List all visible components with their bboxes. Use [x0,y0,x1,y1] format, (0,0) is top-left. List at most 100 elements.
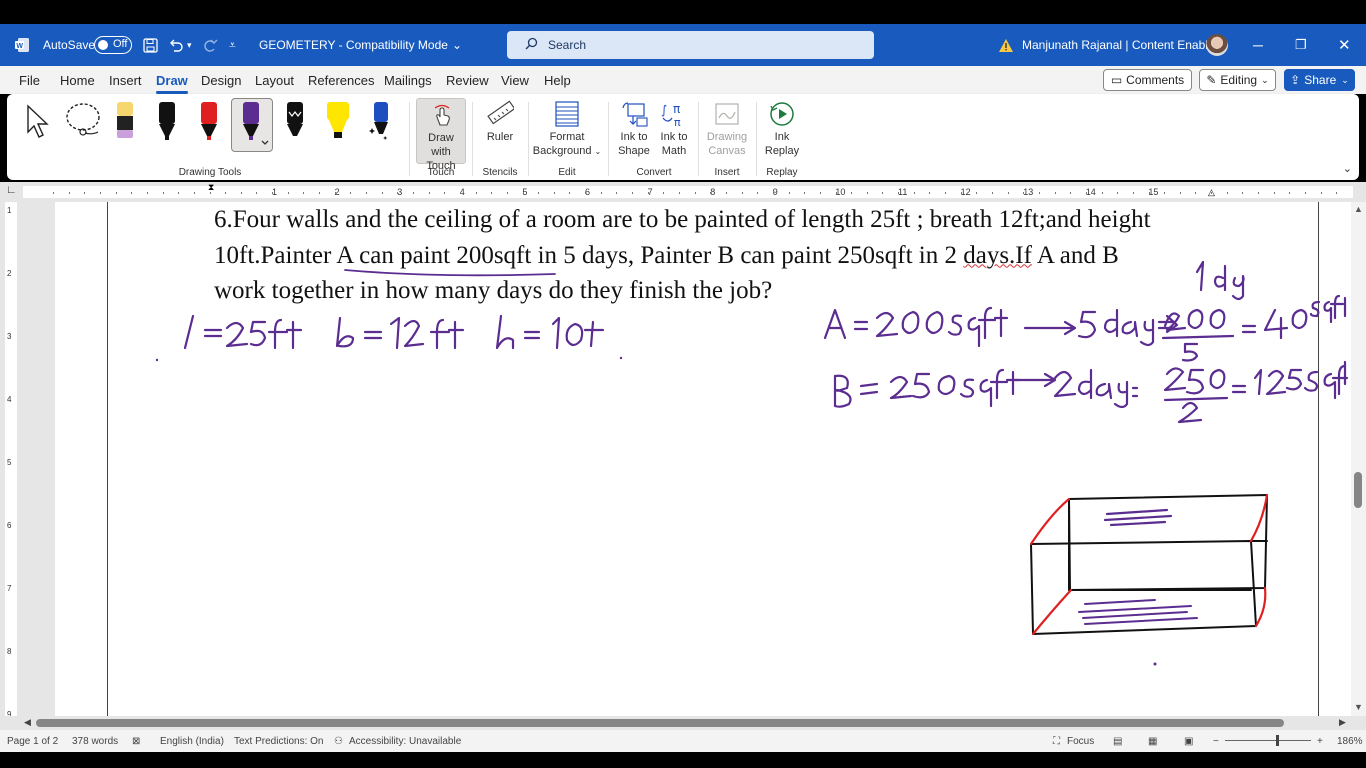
drawing-canvas-button[interactable]: Drawing Canvas [703,98,751,164]
ribbon-tabs: File Home Insert Draw Design Layout Refe… [0,66,1366,94]
zoom-in-button[interactable]: + [1317,736,1323,747]
scroll-up-arrow-icon[interactable]: ▲ [1354,204,1363,214]
autosave-toggle[interactable]: Off [94,36,132,54]
vertical-scrollbar[interactable]: ▲ ▼ [1351,202,1366,716]
ruler-tick [178,192,180,194]
ruler-tick [772,192,774,194]
share-button[interactable]: ⇪ Share ⌄ [1284,69,1355,91]
word-logo-icon[interactable]: W [14,24,30,66]
vertical-scroll-thumb[interactable] [1354,472,1362,508]
ruler-tick [115,192,117,194]
pen-black-galaxy-icon[interactable] [284,100,306,145]
user-name[interactable]: Manjunath Rajanal | Content Enablers [1022,24,1225,66]
ink-to-shape-button[interactable]: Ink to Shape [615,98,653,164]
ruler-tick [1179,192,1181,194]
share-icon: ⇪ [1290,73,1301,87]
word-count[interactable]: 378 words [72,736,118,747]
ruler-button[interactable]: Ruler [477,98,523,164]
zoom-slider[interactable] [1225,740,1311,741]
avatar[interactable] [1206,34,1228,56]
lasso-select-icon[interactable] [64,102,102,141]
tab-view[interactable]: View [501,73,529,88]
customize-toolbar-icon[interactable]: ⩡ [229,24,236,66]
ruler-tick [725,192,727,194]
tab-draw[interactable]: Draw [156,73,188,94]
ruler-tick [1242,192,1244,194]
language-indicator[interactable]: English (India) [160,736,224,747]
ink-annotations[interactable] [55,202,1351,716]
ruler-tick [428,192,430,194]
tab-review[interactable]: Review [446,73,489,88]
accessibility-status[interactable]: Accessibility: Unavailable [349,736,461,747]
ruler-tick [632,192,634,194]
highlighter-yellow-icon[interactable] [324,100,352,145]
minimize-icon[interactable]: ─ [1253,24,1263,66]
pen-blue-sparkle-icon[interactable] [368,100,392,145]
print-layout-icon[interactable]: ▦ [1148,736,1157,747]
tab-help[interactable]: Help [544,73,571,88]
web-layout-icon[interactable]: ▣ [1184,736,1193,747]
document-title[interactable]: GEOMETERY - Compatibility Mode ⌄ [259,24,462,66]
undo-dropdown-icon[interactable]: ▾ [187,24,192,66]
pen-black-icon[interactable] [156,100,178,145]
warning-icon[interactable] [998,24,1014,66]
zoom-level[interactable]: 186% [1337,736,1363,747]
tab-home[interactable]: Home [60,73,95,88]
tab-references[interactable]: References [308,73,374,88]
ruler-tick [319,192,321,194]
tab-layout[interactable]: Layout [255,73,294,88]
search-box[interactable]: Search [507,31,874,59]
tab-design[interactable]: Design [201,73,241,88]
pen-purple-selected[interactable] [231,98,273,152]
pen-red-icon[interactable] [198,100,220,145]
group-separator [608,102,609,176]
tab-insert[interactable]: Insert [109,73,142,88]
vertical-ruler-number: 6 [7,521,12,530]
tab-mailings[interactable]: Mailings [384,73,432,88]
vertical-ruler-number: 4 [7,395,12,404]
comments-button[interactable]: ▭ Comments [1103,69,1192,91]
draw-with-touch-button[interactable]: Draw with Touch [416,98,466,172]
group-label-replay: Replay [766,167,798,178]
chevron-down-icon: ⌄ [1261,74,1269,85]
horizontal-scroll-thumb[interactable] [36,719,1284,727]
undo-icon[interactable] [168,24,184,66]
editing-button[interactable]: ✎ Editing ⌄ [1199,69,1276,91]
collapse-ribbon-icon[interactable]: ⌄ [1343,162,1352,175]
comments-label: Comments [1126,73,1185,87]
redo-icon[interactable] [202,24,218,66]
ruler-tick [1320,192,1322,194]
scroll-left-arrow-icon[interactable]: ◀ [24,717,31,728]
format-background-button[interactable]: Format Background ⌄ [532,98,602,164]
select-arrow-icon[interactable] [25,104,51,141]
proofing-icon[interactable]: ⊠ [132,736,140,747]
focus-icon[interactable]: ⛶ [1053,736,1060,747]
restore-icon[interactable]: ❐ [1295,24,1307,66]
scroll-down-arrow-icon[interactable]: ▼ [1354,702,1363,712]
page-indicator[interactable]: Page 1 of 2 [7,736,58,747]
zoom-slider-thumb[interactable] [1276,735,1279,746]
horizontal-scrollbar[interactable]: ◀ ▶ [0,716,1366,730]
focus-label[interactable]: Focus [1067,736,1094,747]
tab-stop-icon[interactable]: ∟ [6,184,17,196]
pencil-highlighter-yellow-icon[interactable] [114,100,136,143]
text-predictions[interactable]: Text Predictions: On [234,736,323,747]
ink-replay-label: Ink Replay [764,131,800,157]
accessibility-icon[interactable]: ⚇ [334,736,343,747]
vertical-ruler-number: 2 [7,269,12,278]
tab-file[interactable]: File [19,73,40,88]
ruler-number: 10 [835,187,846,197]
ruler-tick [475,192,477,194]
ruler-tick [1195,192,1197,194]
editing-label: Editing [1220,73,1258,87]
close-icon[interactable]: ✕ [1338,24,1351,66]
ink-to-math-button[interactable]: ∫ π π Ink to Math [655,98,693,164]
scroll-right-arrow-icon[interactable]: ▶ [1339,717,1346,728]
save-icon[interactable] [143,24,158,66]
ruler-tick [1273,192,1275,194]
zoom-out-button[interactable]: − [1213,736,1219,747]
ink-to-shape-icon [621,100,649,131]
ink-replay-button[interactable]: Ink Replay [760,98,804,164]
read-mode-icon[interactable]: ▤ [1113,736,1122,747]
document-page[interactable]: 6.Four walls and the ceiling of a room a… [55,202,1351,716]
